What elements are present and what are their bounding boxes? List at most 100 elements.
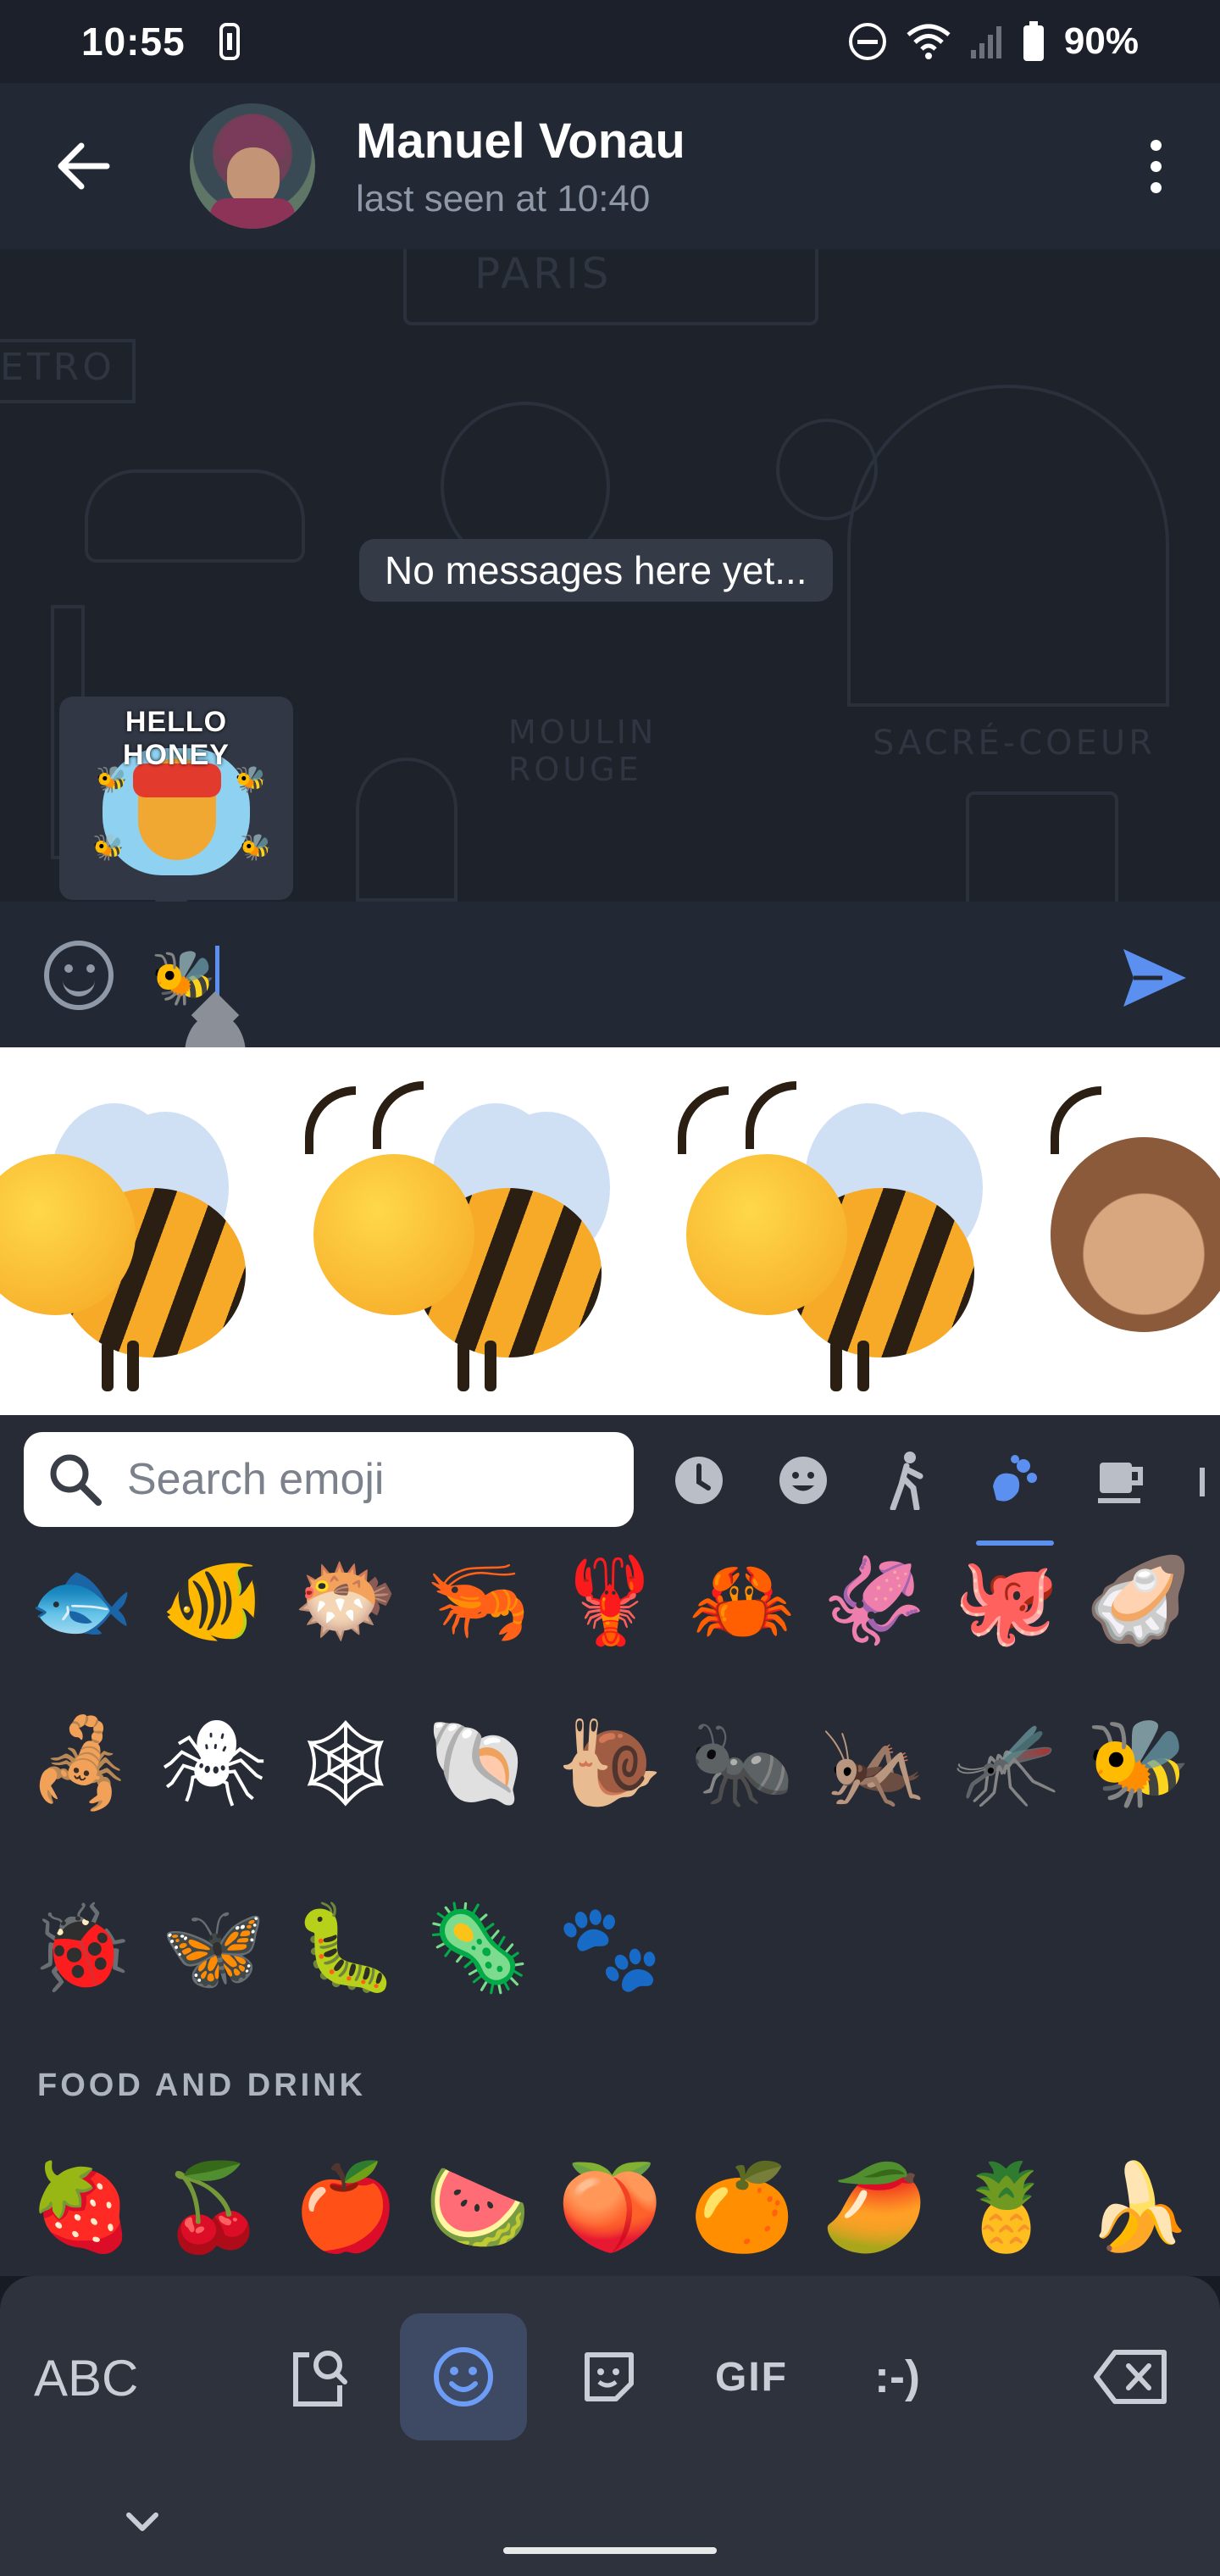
signal-icon — [970, 26, 1001, 58]
tab-recent[interactable] — [669, 1451, 729, 1510]
emoji-keyboard-button[interactable] — [400, 2313, 527, 2440]
menu-dot — [1150, 139, 1162, 151]
clock-icon — [675, 1457, 723, 1504]
emoji-grid: 🐟 🐠 🐡 🦐 🦞 🦀 🦑 🐙 🦪 🦂 🕷 🕸 🐚 🐌 🐜 🦗 🦟 🐝 🐞 🦋 … — [0, 1546, 1220, 2276]
emoji-toggle-button[interactable] — [44, 941, 114, 1010]
emoji-octopus[interactable]: 🐙 — [940, 1546, 1073, 1664]
avatar-scarf-shape — [210, 198, 295, 229]
dnd-icon — [848, 23, 886, 60]
emoji-peach[interactable]: 🍑 — [544, 2144, 676, 2271]
emoji-banana[interactable]: 🍌 — [1073, 2144, 1205, 2271]
emoji-tangerine[interactable]: 🍊 — [676, 2144, 808, 2271]
emoji-pineapple[interactable]: 🍍 — [940, 2144, 1073, 2271]
section-label-food: FOOD AND DRINK — [37, 2068, 367, 2103]
empty-chat-placeholder: No messages here yet... — [359, 539, 833, 602]
contact-info[interactable]: Manuel Vonau last seen at 10:40 — [356, 113, 685, 220]
collapse-keyboard-icon[interactable] — [119, 2498, 166, 2545]
emoji-row: 🐟 🐠 🐡 🦐 🦞 🦀 🦑 🐙 🦪 — [0, 1546, 1220, 1664]
tab-food[interactable] — [1091, 1451, 1151, 1510]
emoji-cherries[interactable]: 🍒 — [147, 2144, 280, 2271]
emoji-paw-prints[interactable]: 🐾 — [544, 1885, 676, 2012]
emoji-ant[interactable]: 🐜 — [676, 1700, 808, 1827]
emoji-caterpillar[interactable]: 🐛 — [280, 1885, 412, 2012]
emoji-watermelon[interactable]: 🍉 — [412, 2144, 544, 2271]
bee-icon: 🐝 — [92, 834, 125, 862]
abc-button[interactable]: ABC — [34, 2349, 138, 2407]
coffee-icon — [1098, 1463, 1143, 1503]
tab-more[interactable] — [1186, 1451, 1220, 1510]
emoji-squid[interactable]: 🦑 — [808, 1546, 940, 1664]
vibrate-icon — [219, 23, 240, 60]
emoji-spider[interactable]: 🕷 — [147, 1700, 280, 1827]
emoji-spider-web[interactable]: 🕸 — [280, 1700, 412, 1827]
sticker-suggestion-popup[interactable]: 🐝 🐝 🐝 🐝 HELLO HONEY — [59, 697, 293, 900]
bee-antenna-shape — [373, 1081, 424, 1149]
emoji-strawberry[interactable]: 🍓 — [15, 2144, 147, 2271]
wallpaper-text: ETRO — [0, 346, 115, 389]
sticker-button[interactable] — [546, 2313, 673, 2440]
hello-honey-sticker[interactable]: 🐝 🐝 🐝 🐝 HELLO HONEY — [79, 706, 274, 891]
smiley-icon — [779, 1457, 827, 1504]
emoji-shell[interactable]: 🐚 — [412, 1700, 544, 1827]
last-seen-status: last seen at 10:40 — [356, 177, 651, 219]
backspace-button[interactable] — [1068, 2313, 1195, 2440]
empty-chat-text: No messages here yet... — [385, 548, 807, 592]
emoji-fish[interactable]: 🐟 — [15, 1546, 147, 1664]
emoji-lobster[interactable]: 🦞 — [544, 1546, 676, 1664]
emoji-lady-beetle[interactable]: 🐞 — [15, 1885, 147, 2012]
clipboard-search-button[interactable] — [254, 2313, 381, 2440]
wallpaper-text: SACRÉ-COEUR — [873, 724, 1156, 763]
emoji-apple[interactable]: 🍎 — [280, 2144, 412, 2271]
emoji-scorpion[interactable]: 🦂 — [15, 1700, 147, 1827]
backspace-icon — [1094, 2350, 1167, 2404]
tab-people[interactable] — [878, 1451, 937, 1510]
chat-area: PARIS ETRO MOULIN ROUGE SACRÉ-COEUR No m… — [0, 249, 1220, 902]
emoji-blowfish[interactable]: 🐡 — [280, 1546, 412, 1664]
wifi-icon — [907, 24, 951, 59]
emoji-kitchen-suggestions — [0, 1047, 1220, 1415]
kitchen-emoji-monkey-bee[interactable] — [1034, 1086, 1220, 1374]
emoji-search-input[interactable]: Search emoji — [24, 1432, 634, 1527]
chat-header: Manuel Vonau last seen at 10:40 — [0, 83, 1220, 249]
kitchen-emoji-pensive-bee[interactable] — [661, 1081, 1000, 1391]
send-icon[interactable] — [1118, 942, 1190, 1013]
back-button[interactable] — [42, 125, 124, 207]
search-placeholder: Search emoji — [127, 1455, 385, 1504]
emoji-cricket[interactable]: 🦗 — [808, 1700, 940, 1827]
emoticon-button[interactable]: :-) — [834, 2313, 961, 2440]
more-menu-button[interactable] — [1139, 125, 1173, 207]
emoji-row: 🍓 🍒 🍎 🍉 🍑 🍊 🥭 🍍 🍌 — [0, 2144, 1220, 2271]
tab-animals-nature[interactable] — [983, 1451, 1042, 1510]
battery-percent: 90% — [1063, 20, 1139, 62]
wallpaper-text: ROUGE — [508, 751, 642, 788]
bee-face-shape — [686, 1154, 847, 1315]
bee-antenna-shape — [305, 1086, 356, 1154]
avatar[interactable] — [190, 103, 315, 229]
emoji-mango[interactable]: 🥭 — [808, 2144, 940, 2271]
bee-antenna-shape — [678, 1086, 729, 1154]
bee-icon: 🐝 — [240, 834, 272, 862]
emoji-shrimp[interactable]: 🦐 — [412, 1546, 544, 1664]
emoji-mosquito[interactable]: 🦟 — [940, 1700, 1073, 1827]
bee-antenna-shape — [746, 1081, 796, 1149]
emoji-butterfly[interactable]: 🦋 — [147, 1885, 280, 2012]
kitchen-emoji-kissing-bee[interactable] — [288, 1081, 627, 1391]
status-time: 10:55 — [81, 19, 186, 64]
tab-smileys[interactable] — [774, 1451, 833, 1510]
emoji-tropical-fish[interactable]: 🐠 — [147, 1546, 280, 1664]
battery-icon — [1023, 21, 1044, 61]
emoji-snail[interactable]: 🐌 — [544, 1700, 676, 1827]
kitchen-emoji-laughing-bee[interactable] — [0, 1086, 263, 1391]
gif-button[interactable]: GIF — [688, 2313, 815, 2440]
animals-nature-icon — [993, 1455, 1037, 1502]
home-indicator[interactable] — [503, 2547, 717, 2554]
emoji-crab[interactable]: 🦀 — [676, 1546, 808, 1664]
emoji-bee[interactable]: 🐝 — [1073, 1700, 1205, 1827]
emoji-oyster[interactable]: 🦪 — [1073, 1546, 1205, 1664]
bee-leg-shape — [458, 1341, 469, 1391]
emoji-toolbar: Search emoji — [0, 1415, 1220, 1546]
emoji-row: 🐞 🦋 🐛 🦠 🐾 — [0, 1885, 1220, 2012]
wallpaper-car — [85, 469, 305, 563]
emoji-microbe[interactable]: 🦠 — [412, 1885, 544, 2012]
menu-dot — [1150, 160, 1162, 172]
